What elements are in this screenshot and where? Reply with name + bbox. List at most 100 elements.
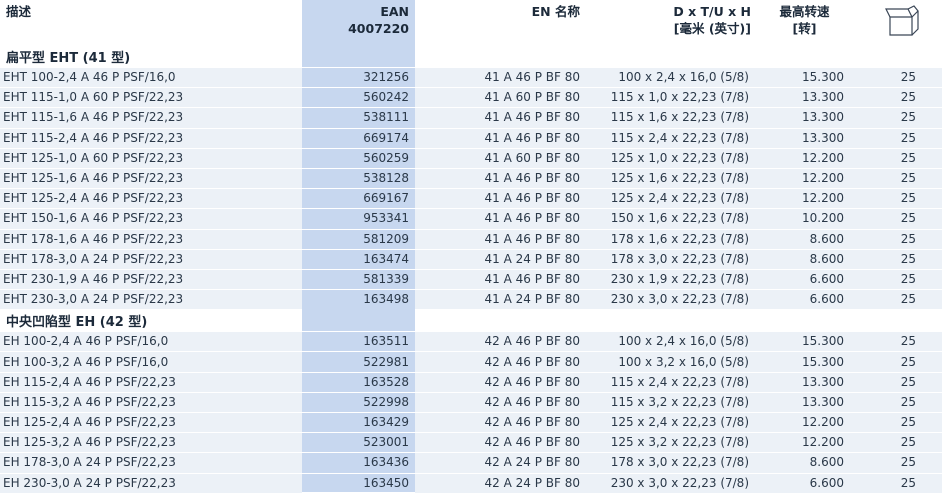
dimensions-cell: 178 x 3,0 x 22,23 (7/8)	[586, 248, 757, 270]
en-name-cell: 42 A 24 P BF 80	[415, 472, 586, 493]
description-cell: EH 125-2,4 A 46 P PSF/22,23	[0, 411, 302, 433]
max-rpm-cell: 13.300	[757, 87, 852, 108]
pack-quantity-cell: 25	[852, 391, 942, 413]
description-cell: EH 178-3,0 A 24 P PSF/22,23	[0, 452, 302, 474]
pack-quantity-cell: 25	[852, 432, 942, 453]
pack-quantity-cell: 25	[852, 188, 942, 209]
table-row: EH 178-3,0 A 24 P PSF/22,23 163436 42 A 24…	[0, 452, 942, 474]
en-name-cell: 42 A 46 P BF 80	[415, 331, 586, 352]
pack-quantity-cell: 25	[852, 147, 942, 169]
description-cell: EH 100-2,4 A 46 P PSF/16,0	[0, 331, 302, 352]
description-cell: EHT 115-1,6 A 46 P PSF/22,23	[0, 107, 302, 129]
dimensions-cell: 230 x 1,9 x 22,23 (7/8)	[586, 268, 757, 290]
dimensions-cell: 150 x 1,6 x 22,23 (7/8)	[586, 208, 757, 229]
max-rpm-cell: 15.300	[757, 331, 852, 352]
dimensions-cell: 115 x 2,4 x 22,23 (7/8)	[586, 371, 757, 393]
en-name-cell: 42 A 46 P BF 80	[415, 371, 586, 393]
dimensions-cell: 100 x 3,2 x 16,0 (5/8)	[586, 351, 757, 373]
ean-cell: 163474	[302, 248, 415, 270]
header-description: 描述	[6, 4, 32, 19]
description-cell: EHT 125-1,0 A 60 P PSF/22,23	[0, 147, 302, 169]
pack-quantity-cell: 25	[852, 107, 942, 129]
table-header: 描述 EAN 4007220 EN 名称 D x T/U x H [毫米 (英寸…	[0, 0, 942, 45]
ean-cell: 163450	[302, 472, 415, 493]
ean-cell: 522981	[302, 351, 415, 373]
description-cell: EHT 178-1,6 A 46 P PSF/22,23	[0, 228, 302, 250]
en-name-cell: 41 A 46 P BF 80	[415, 66, 586, 88]
dimensions-cell: 125 x 1,0 x 22,23 (7/8)	[586, 147, 757, 169]
pack-quantity-cell: 25	[852, 228, 942, 250]
table-row: EH 100-2,4 A 46 P PSF/16,0 163511 42 A 46 …	[0, 331, 942, 352]
group-title: 扁平型 EHT (41 型)	[6, 50, 131, 66]
dimensions-cell: 115 x 1,0 x 22,23 (7/8)	[586, 87, 757, 108]
en-name-cell: 41 A 46 P BF 80	[415, 208, 586, 229]
ean-cell: 163528	[302, 371, 415, 393]
dimensions-cell: 125 x 1,6 x 22,23 (7/8)	[586, 167, 757, 189]
en-name-cell: 41 A 46 P BF 80	[415, 167, 586, 189]
max-rpm-cell: 8.600	[757, 228, 852, 250]
en-name-cell: 41 A 46 P BF 80	[415, 228, 586, 250]
dimensions-cell: 100 x 2,4 x 16,0 (5/8)	[586, 66, 757, 88]
dimensions-cell: 230 x 3,0 x 22,23 (7/8)	[586, 472, 757, 493]
max-rpm-cell: 12.200	[757, 147, 852, 169]
description-cell: EH 125-3,2 A 46 P PSF/22,23	[0, 432, 302, 453]
ean-cell: 163436	[302, 452, 415, 474]
ean-cell: 560259	[302, 147, 415, 169]
header-ean: EAN 4007220	[302, 0, 415, 45]
dimensions-cell: 230 x 3,0 x 22,23 (7/8)	[586, 289, 757, 310]
max-rpm-cell: 8.600	[757, 248, 852, 270]
table-row: EHT 115-2,4 A 46 P PSF/22,23 669174 41 A 4…	[0, 127, 942, 149]
max-rpm-cell: 12.200	[757, 432, 852, 453]
ean-cell: 321256	[302, 66, 415, 88]
description-cell: EHT 115-2,4 A 46 P PSF/22,23	[0, 127, 302, 149]
en-name-cell: 42 A 46 P BF 80	[415, 411, 586, 433]
en-name-cell: 41 A 24 P BF 80	[415, 289, 586, 310]
description-cell: EHT 115-1,0 A 60 P PSF/22,23	[0, 87, 302, 108]
pack-quantity-cell: 25	[852, 331, 942, 352]
en-name-cell: 42 A 46 P BF 80	[415, 351, 586, 373]
dimensions-cell: 125 x 3,2 x 22,23 (7/8)	[586, 432, 757, 453]
header-ean-label: EAN	[380, 4, 409, 19]
max-rpm-cell: 6.600	[757, 472, 852, 493]
dimensions-cell: 178 x 1,6 x 22,23 (7/8)	[586, 228, 757, 250]
ean-cell: 669167	[302, 188, 415, 209]
max-rpm-cell: 6.600	[757, 289, 852, 310]
table-row: EHT 115-1,6 A 46 P PSF/22,23 538111 41 A 4…	[0, 107, 942, 129]
max-rpm-cell: 6.600	[757, 268, 852, 290]
pack-quantity-cell: 25	[852, 371, 942, 393]
ean-cell: 523001	[302, 432, 415, 453]
group-header-row: 扁平型 EHT (41 型)	[0, 45, 942, 68]
header-max-rpm-label: 最高转速	[779, 4, 830, 19]
pack-quantity-cell: 25	[852, 87, 942, 108]
pack-quantity-cell: 25	[852, 127, 942, 149]
table-body: 扁平型 EHT (41 型) EHT 100-2,4 A 46 P PSF/16,…	[0, 45, 942, 493]
header-en-name: EN 名称	[531, 4, 580, 19]
pack-quantity-cell: 25	[852, 351, 942, 373]
pack-quantity-cell: 25	[852, 472, 942, 493]
product-table: 描述 EAN 4007220 EN 名称 D x T/U x H [毫米 (英寸…	[0, 0, 942, 493]
table-row: EH 115-3,2 A 46 P PSF/22,23 522998 42 A 46…	[0, 391, 942, 413]
table-row: EHT 125-1,6 A 46 P PSF/22,23 538128 41 A 4…	[0, 167, 942, 189]
ean-cell: 669174	[302, 127, 415, 149]
dimensions-cell: 125 x 2,4 x 22,23 (7/8)	[586, 188, 757, 209]
description-cell: EHT 178-3,0 A 24 P PSF/22,23	[0, 248, 302, 270]
pack-quantity-cell: 25	[852, 167, 942, 189]
pack-quantity-cell: 25	[852, 452, 942, 474]
pack-quantity-cell: 25	[852, 289, 942, 310]
max-rpm-cell: 10.200	[757, 208, 852, 229]
max-rpm-cell: 13.300	[757, 391, 852, 413]
ean-cell: 163511	[302, 331, 415, 352]
dimensions-cell: 100 x 2,4 x 16,0 (5/8)	[586, 331, 757, 352]
ean-cell: 522998	[302, 391, 415, 413]
en-name-cell: 42 A 46 P BF 80	[415, 391, 586, 413]
table-row: EHT 115-1,0 A 60 P PSF/22,23 560242 41 A 6…	[0, 87, 942, 108]
header-pack-quantity	[852, 0, 942, 45]
pack-quantity-cell: 25	[852, 248, 942, 270]
en-name-cell: 41 A 46 P BF 80	[415, 127, 586, 149]
group-header-row: 中央凹陷型 EH (42 型)	[0, 309, 942, 332]
table-row: EHT 178-1,6 A 46 P PSF/22,23 581209 41 A 4…	[0, 228, 942, 250]
description-cell: EHT 230-3,0 A 24 P PSF/22,23	[0, 289, 302, 310]
dimensions-cell: 178 x 3,0 x 22,23 (7/8)	[586, 452, 757, 474]
header-ean-prefix: 4007220	[348, 21, 409, 36]
en-name-cell: 41 A 46 P BF 80	[415, 268, 586, 290]
